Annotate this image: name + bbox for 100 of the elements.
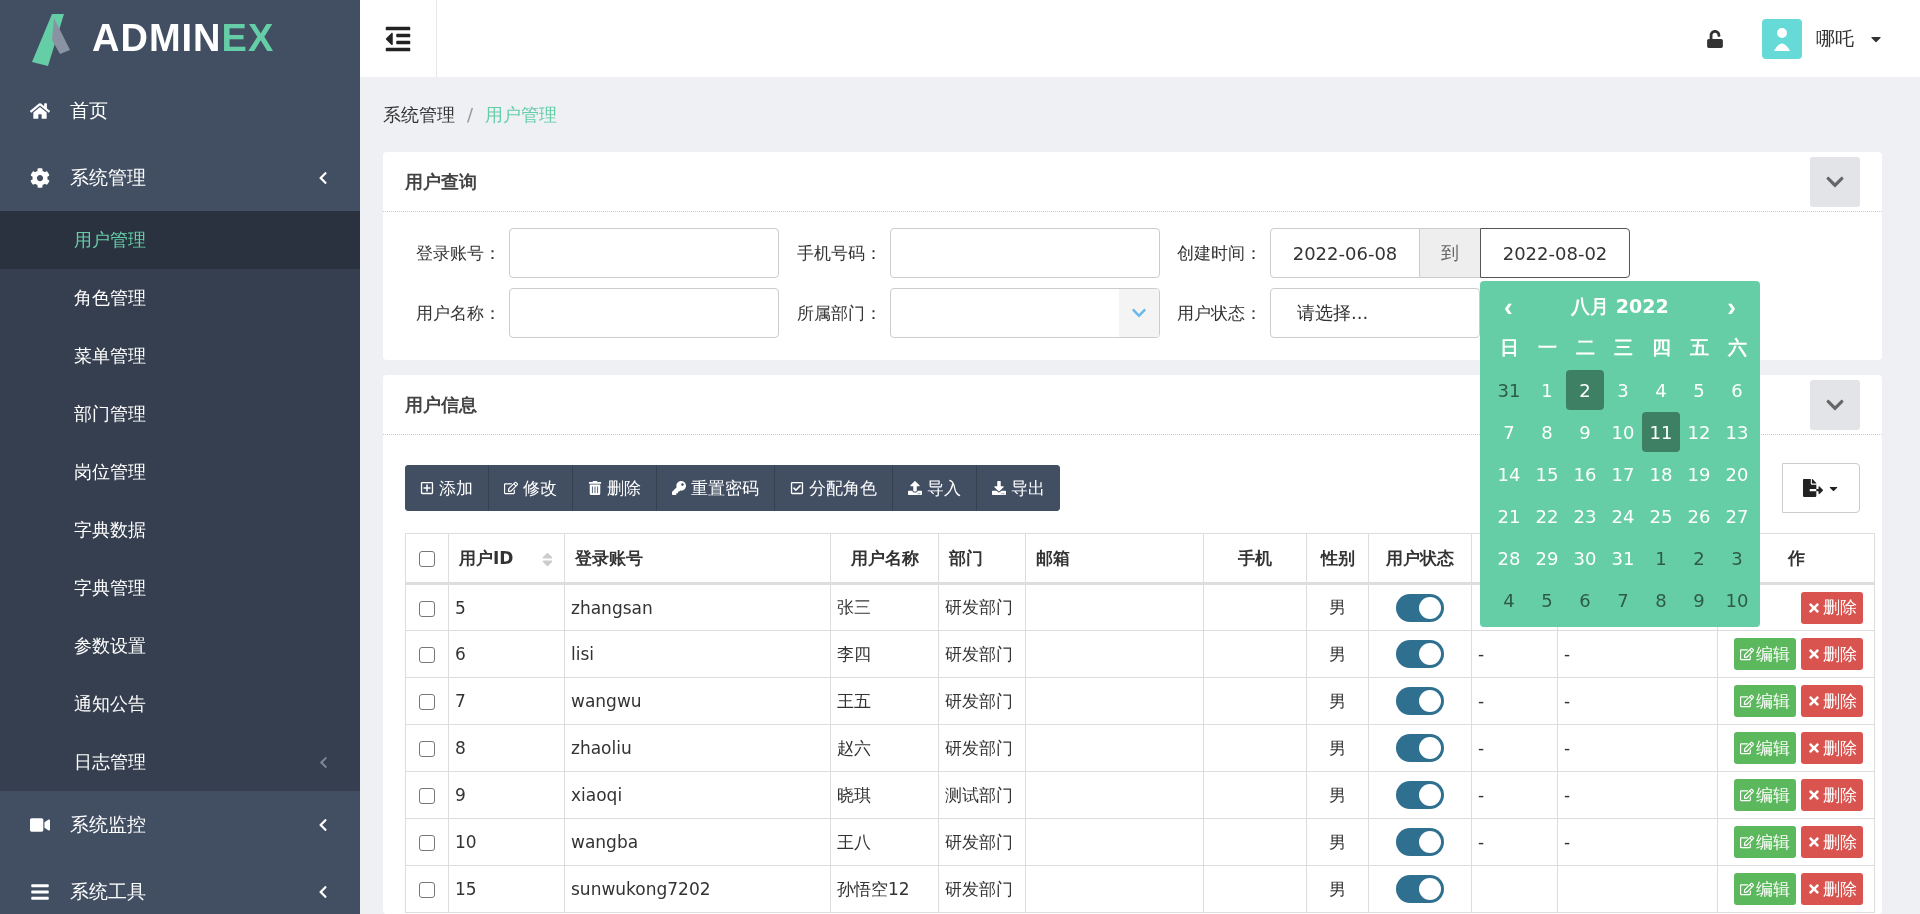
table-cell: wangba [571,832,639,852]
table-cell: - [1478,691,1485,711]
status-toggle[interactable] [1396,687,1444,715]
status-toggle[interactable] [1396,734,1444,762]
collapse-button[interactable] [1810,156,1860,207]
status-toggle[interactable] [1396,593,1444,622]
edit-icon [1740,788,1754,802]
table-cell: 男 [1329,643,1346,664]
delete-button[interactable]: 删除 [1801,873,1863,905]
sidebar-subitem[interactable]: 通知公告 [0,675,360,733]
edit-button[interactable]: 编辑 [1734,873,1796,905]
calendar-day[interactable]: 2 [1566,370,1604,410]
row-checkbox[interactable] [419,694,435,710]
weekday-label: 二 [1575,335,1595,360]
status-toggle[interactable] [1396,828,1444,856]
status-toggle[interactable] [1396,781,1444,809]
calendar-day[interactable]: 8 [1642,580,1680,620]
sidebar-subitem[interactable]: 岗位管理 [0,443,360,501]
delete-button[interactable]: 删除 [1801,826,1863,858]
sidebar-subitem[interactable]: 日志管理 [0,733,360,791]
row-checkbox[interactable] [419,788,435,804]
start-date-input[interactable]: 2022-06-08 [1270,228,1420,278]
sidebar-subitem[interactable]: 参数设置 [0,617,360,675]
close-icon [1807,647,1821,661]
field-label: 创建时间： [1176,241,1263,265]
edit-icon [1740,882,1754,896]
calendar-day[interactable]: 1 [1642,538,1680,578]
delete-button[interactable]: 删除 [1801,779,1863,811]
calendar-day[interactable]: 7 [1604,580,1642,620]
calendar-day[interactable]: 11 [1642,412,1680,452]
calendar-day[interactable]: 5 [1528,580,1566,620]
upload-icon [908,481,922,495]
close-icon [1807,600,1821,615]
select-all-checkbox[interactable] [419,551,435,567]
field-label: 所属部门： [796,301,883,325]
toolbar-button[interactable]: 导出 [976,465,1060,511]
sidebar-subitem[interactable]: 字典数据 [0,501,360,559]
breadcrumb-link[interactable]: 系统管理 [383,102,455,127]
calendar-day[interactable]: 4 [1490,580,1528,620]
table-cell: - [1564,691,1571,711]
calendar-day[interactable]: 10 [1718,580,1756,620]
table-cell: sunwukong7202 [571,879,711,899]
table-cell: 男 [1329,737,1346,758]
column-header: 部门 [949,547,983,568]
panel-title: 用户信息 [405,392,477,417]
table-cell: 李四 [837,643,871,664]
table-cell: - [1564,644,1571,664]
table-cell: 男 [1329,878,1346,899]
table-cell: 研发部门 [945,737,1013,758]
weekday-label: 五 [1689,335,1709,360]
sidebar-item[interactable]: 首页 [0,77,360,144]
sidebar-subitem[interactable]: 部门管理 [0,385,360,443]
column-header: 用户ID [459,547,514,568]
delete-button[interactable]: 删除 [1801,591,1863,624]
text-input[interactable] [509,228,779,278]
row-checkbox[interactable] [419,835,435,851]
edit-button[interactable]: 编辑 [1734,685,1796,717]
weekday-label: 六 [1727,335,1747,360]
calendar-day[interactable]: 31 [1490,370,1528,410]
sidebar-subitem[interactable]: 字典管理 [0,559,360,617]
status-toggle[interactable] [1396,875,1444,903]
sidebar-item[interactable]: 系统工具 [0,858,360,914]
calendar-day[interactable]: 9 [1680,580,1718,620]
status-toggle[interactable] [1396,640,1444,668]
edit-button[interactable]: 编辑 [1734,732,1796,764]
user-name[interactable]: 哪吒 [1816,25,1854,52]
row-checkbox[interactable] [419,882,435,898]
row-checkbox[interactable] [419,741,435,757]
table-cell: 8 [455,738,466,758]
export-menu-button[interactable] [1782,463,1860,513]
table-cell: 研发部门 [945,690,1013,711]
column-header: 作 [1787,547,1805,568]
row-checkbox[interactable] [419,647,435,663]
sidebar-subitem[interactable]: 用户管理 [0,211,360,269]
collapse-button[interactable] [1810,379,1860,430]
row-checkbox[interactable] [419,600,435,617]
delete-button[interactable]: 删除 [1801,638,1863,670]
text-input[interactable] [509,288,779,338]
table-cell: - [1478,785,1485,805]
delete-button[interactable]: 删除 [1801,732,1863,764]
unlock-icon[interactable] [1706,29,1724,48]
edit-button[interactable]: 编辑 [1734,779,1796,811]
sidebar-subitem[interactable]: 菜单管理 [0,327,360,385]
edit-button[interactable]: 编辑 [1734,638,1796,670]
edit-button[interactable]: 编辑 [1734,826,1796,858]
logo-text: ADMINEX [92,17,275,60]
sidebar-item[interactable]: 系统管理 [0,144,360,211]
sidebar-subitem[interactable]: 角色管理 [0,269,360,327]
text-input[interactable] [890,228,1160,278]
checkbox-icon [790,481,804,495]
table-cell: wangwu [571,691,642,711]
sidebar-item[interactable]: 系统监控 [0,791,360,858]
calendar-day[interactable]: 2 [1680,538,1718,578]
key-icon [672,481,686,495]
column-header: 用户名称 [850,547,919,568]
calendar-day[interactable]: 6 [1566,580,1604,620]
calendar-day[interactable]: 3 [1718,538,1756,578]
status-select[interactable]: 请选择... [1270,288,1480,338]
table-cell: 王五 [837,690,871,711]
delete-button[interactable]: 删除 [1801,685,1863,717]
